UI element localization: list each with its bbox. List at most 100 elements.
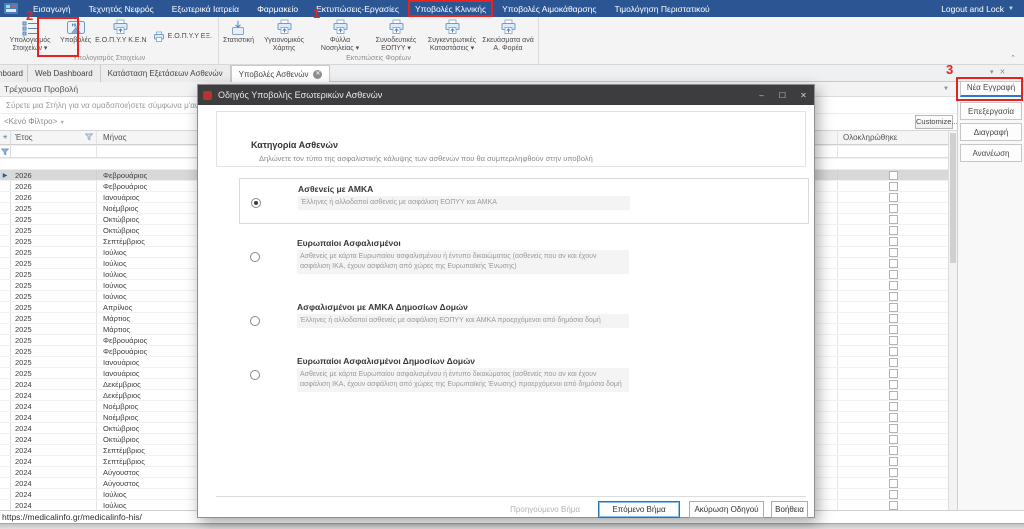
completed-checkbox[interactable] xyxy=(889,446,898,455)
row-indicator xyxy=(0,456,11,466)
ribbon-button-label: Συνοδευτικές ΕΟΠΥΥ ▾ xyxy=(370,37,422,53)
radio-button[interactable] xyxy=(250,370,260,380)
ribbon-collapse-icon[interactable]: ⌃ xyxy=(1010,54,1016,62)
ribbon-button[interactable]: Υγειονομικός Χάρτης xyxy=(256,18,312,55)
cell-completed xyxy=(838,412,948,422)
menu-item-highlighted[interactable]: Υποβολές Κλινικής xyxy=(408,0,493,17)
patient-category-option[interactable]: Ευρωπαίοι Ασφαλισμένοι Δημοσίων ΔομώνΑσθ… xyxy=(239,351,809,411)
minimize-icon[interactable]: – xyxy=(751,85,772,105)
completed-checkbox[interactable] xyxy=(889,468,898,477)
dialog-title-bar[interactable]: Οδηγός Υποβολής Εσωτερικών Ασθενών –☐✕ xyxy=(198,85,814,105)
ribbon-button[interactable]: Σκευάσματα ανά Α. Φορέα xyxy=(480,18,536,55)
completed-checkbox[interactable] xyxy=(889,402,898,411)
option-description: Έλληνες ή αλλοδαποί ασθενείς με ασφάλιση… xyxy=(298,196,630,210)
panel-top-icons[interactable]: ▾✕ xyxy=(990,68,1011,76)
completed-checkbox[interactable] xyxy=(889,204,898,213)
completed-checkbox[interactable] xyxy=(889,182,898,191)
tab-label: Κατάσταση Εξετάσεων Ασθενών xyxy=(108,69,223,78)
patient-category-option[interactable]: Ασφαλισμένοι με ΑΜΚΑ Δημοσίων ΔομώνΈλλην… xyxy=(239,297,809,345)
completed-checkbox[interactable] xyxy=(889,336,898,345)
menu-item[interactable]: Υποβολές Αιμοκάθαρσης xyxy=(493,0,605,17)
help-button[interactable]: Βοήθεια xyxy=(771,501,808,518)
tab-0[interactable]: Dashboard xyxy=(0,65,28,82)
delete-button[interactable]: Διαγραφή xyxy=(960,123,1022,141)
completed-checkbox[interactable] xyxy=(889,314,898,323)
ribbon-button-label: Υγειονομικός Χάρτης xyxy=(258,37,310,53)
completed-checkbox[interactable] xyxy=(889,325,898,334)
tab-close-icon[interactable]: ✕ xyxy=(313,70,322,79)
completed-checkbox[interactable] xyxy=(889,358,898,367)
completed-checkbox[interactable] xyxy=(889,237,898,246)
column-header-label: Μήνας xyxy=(103,133,127,142)
menu-item[interactable]: Φαρμακείο xyxy=(248,0,307,17)
menu-item[interactable]: Εκτυπώσεις-Εργασίες xyxy=(307,0,408,17)
completed-checkbox[interactable] xyxy=(889,292,898,301)
ribbon-button[interactable]: Στατιστική xyxy=(221,18,256,55)
filter-cell-completed[interactable] xyxy=(838,146,948,157)
completed-checkbox[interactable] xyxy=(889,303,898,312)
menu-item[interactable]: Τεχνητός Νεφρός xyxy=(80,0,163,17)
close-icon[interactable]: ✕ xyxy=(793,85,814,105)
tab-1[interactable]: Web Dashboard xyxy=(28,65,101,82)
logout-button[interactable]: Logout and Lock ▼ xyxy=(941,4,1024,14)
ribbon-button[interactable]: Ε.Ο.Π.Υ.Υ ΕΞ. xyxy=(149,29,216,45)
cell-completed xyxy=(838,280,948,290)
customize-button[interactable]: Customize... xyxy=(915,115,953,129)
cell-completed xyxy=(838,489,948,499)
next-step-button[interactable]: Επόμενο Βήμα xyxy=(598,501,680,518)
tab-active[interactable]: Υποβολές Ασθενών✕ xyxy=(231,65,331,82)
completed-checkbox[interactable] xyxy=(889,259,898,268)
completed-checkbox[interactable] xyxy=(889,457,898,466)
ribbon-button[interactable]: Ε.Ο.Π.Υ.Υ Κ.Ε.Ν xyxy=(93,18,149,55)
funnel-icon[interactable] xyxy=(85,133,93,143)
radio-button-selected[interactable] xyxy=(251,198,261,208)
grid-vertical-scrollbar[interactable] xyxy=(948,131,957,510)
menu-item[interactable]: Εξωτερικά Ιατρεία xyxy=(163,0,248,17)
patient-category-option[interactable]: Ασθενείς με ΑΜΚΑΈλληνες ή αλλοδαποί ασθε… xyxy=(239,178,809,224)
patient-category-option[interactable]: Ευρωπαίοι ΑσφαλισμένοιΑσθενείς με κάρτα … xyxy=(239,233,809,291)
wizard-step-header: Κατηγορία Ασθενών Δηλώνετε τον τύπο της … xyxy=(216,111,806,167)
ribbon-group-label: Υπολογισμός Στοιχείων xyxy=(2,55,216,64)
completed-checkbox[interactable] xyxy=(889,369,898,378)
filter-cell-year[interactable] xyxy=(11,146,97,157)
completed-checkbox[interactable] xyxy=(889,171,898,180)
completed-checkbox[interactable] xyxy=(889,391,898,400)
maximize-icon[interactable]: ☐ xyxy=(772,85,793,105)
filter-chip[interactable]: <Κενό Φίλτρο> xyxy=(4,117,57,126)
cancel-wizard-button[interactable]: Ακύρωση Οδηγού xyxy=(689,501,764,518)
completed-checkbox[interactable] xyxy=(889,347,898,356)
ribbon-button[interactable]: Συνοδευτικές ΕΟΠΥΥ ▾ xyxy=(368,18,424,55)
cell-year: 2026 xyxy=(11,181,97,191)
edit-button[interactable]: Επεξεργασία xyxy=(960,102,1022,120)
completed-checkbox[interactable] xyxy=(889,270,898,279)
scrollbar-thumb[interactable] xyxy=(950,133,956,263)
column-header-year[interactable]: Έτος xyxy=(11,131,97,144)
completed-checkbox[interactable] xyxy=(889,413,898,422)
completed-checkbox[interactable] xyxy=(889,281,898,290)
completed-checkbox[interactable] xyxy=(889,424,898,433)
completed-checkbox[interactable] xyxy=(889,501,898,510)
completed-checkbox[interactable] xyxy=(889,226,898,235)
cell-completed xyxy=(838,324,948,334)
row-indicator xyxy=(0,357,11,367)
tab-2[interactable]: Κατάσταση Εξετάσεων Ασθενών xyxy=(101,65,231,82)
ribbon-button[interactable]: HL7Υποβολές xyxy=(58,18,93,55)
completed-checkbox[interactable] xyxy=(889,490,898,499)
menu-item[interactable]: Τιμολόγηση Περιστατικού xyxy=(606,0,719,17)
radio-button[interactable] xyxy=(250,316,260,326)
action-panel: Νέα ΕγγραφήΕπεξεργασίαΔιαγραφήΑνανέωση xyxy=(957,66,1024,510)
completed-checkbox[interactable] xyxy=(889,479,898,488)
ribbon-button-label: Συγκεντρωτικές Καταστάσεις ▾ xyxy=(426,37,478,53)
row-indicator xyxy=(0,379,11,389)
ribbon-button[interactable]: Συγκεντρωτικές Καταστάσεις ▾ xyxy=(424,18,480,55)
refresh-button[interactable]: Ανανέωση xyxy=(960,144,1022,162)
ribbon-button[interactable]: Υπολογισμός Στοιχείων ▾ xyxy=(2,18,58,55)
completed-checkbox[interactable] xyxy=(889,435,898,444)
completed-checkbox[interactable] xyxy=(889,248,898,257)
ribbon-button[interactable]: Φύλλα Νοσηλείας ▾ xyxy=(312,18,368,55)
completed-checkbox[interactable] xyxy=(889,215,898,224)
completed-checkbox[interactable] xyxy=(889,380,898,389)
column-header-completed[interactable]: Ολοκληρώθηκε xyxy=(838,131,948,144)
completed-checkbox[interactable] xyxy=(889,193,898,202)
radio-button[interactable] xyxy=(250,252,260,262)
